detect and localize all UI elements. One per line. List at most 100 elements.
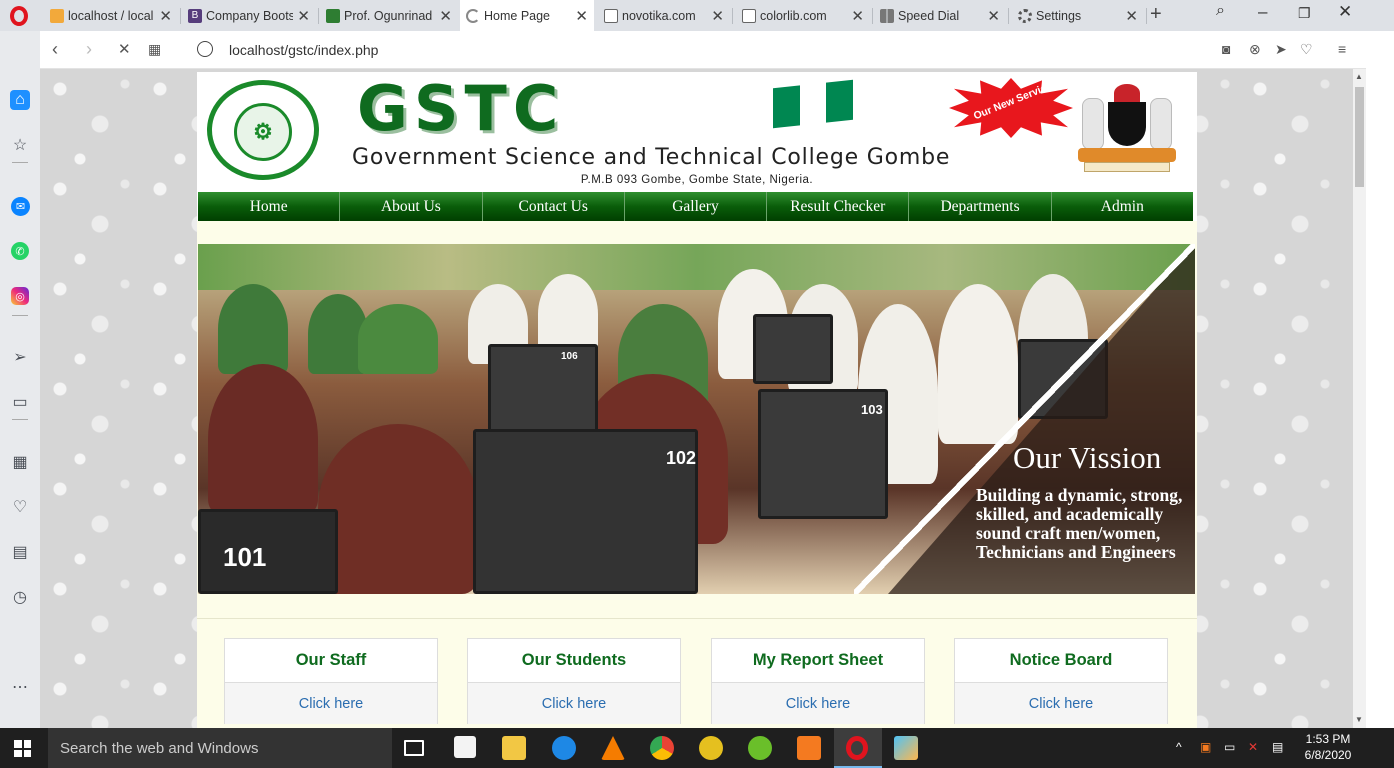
tab-settings[interactable]: Settings ✕: [1012, 0, 1144, 31]
opera-icon[interactable]: [846, 736, 868, 760]
windows-start-icon[interactable]: [14, 740, 31, 757]
forward-icon[interactable]: ›: [86, 39, 92, 60]
promo-badge[interactable]: Our New Services: [949, 78, 1073, 138]
tab-prof[interactable]: Prof. Ogunrinad ✕: [320, 0, 458, 31]
store-icon[interactable]: [454, 736, 476, 758]
wallet-icon[interactable]: ▭: [9, 391, 31, 413]
more-icon[interactable]: ⋯: [9, 676, 31, 698]
file-explorer-icon[interactable]: [502, 736, 526, 760]
instagram-icon[interactable]: ◎: [11, 287, 29, 305]
opera-menu-icon[interactable]: [6, 4, 32, 28]
adblock-icon[interactable]: ⊗: [1249, 41, 1261, 58]
whatsapp-icon[interactable]: ✆: [11, 242, 29, 260]
dreamweaver-icon[interactable]: [748, 736, 772, 760]
scroll-down-icon[interactable]: ▼: [1355, 715, 1363, 724]
card-link[interactable]: Click here: [468, 683, 680, 724]
card-my-report-sheet: My Report Sheet Click here: [711, 638, 925, 724]
nigeria-flag: [773, 79, 854, 129]
coat-of-arms: [1074, 84, 1180, 176]
messenger-icon[interactable]: ✉: [11, 197, 30, 216]
xampp-tray-icon[interactable]: ▣: [1200, 740, 1211, 754]
url-field[interactable]: localhost/gstc/index.php: [229, 42, 378, 58]
close-tab-icon[interactable]: ✕: [711, 7, 724, 25]
nav-about-us[interactable]: About Us: [340, 192, 483, 221]
window-edge: [1366, 31, 1394, 728]
close-tab-icon[interactable]: ✕: [1125, 7, 1138, 25]
show-hidden-icons-icon[interactable]: ^: [1176, 740, 1182, 754]
vlc-icon[interactable]: [601, 736, 625, 760]
card-link[interactable]: Click here: [712, 683, 924, 724]
apps-icon[interactable]: ▦: [9, 451, 31, 473]
computer-monitor: 106: [488, 344, 598, 434]
taskbar-search-box[interactable]: Search the web and Windows: [48, 728, 392, 768]
address-text: P.M.B 093 Gombe, Gombe State, Nigeria.: [580, 174, 814, 186]
send-icon[interactable]: ➤: [1275, 41, 1287, 58]
close-tab-icon[interactable]: ✕: [851, 7, 864, 25]
globe-icon: [197, 41, 213, 57]
taskbar-clock[interactable]: 1:53 PM 6/8/2020: [1296, 731, 1360, 763]
scrollbar-thumb[interactable]: [1355, 87, 1364, 187]
app-icon[interactable]: [699, 736, 723, 760]
back-icon[interactable]: ‹: [52, 39, 58, 60]
home-icon[interactable]: ⌂: [10, 90, 30, 110]
restore-icon[interactable]: ❐: [1298, 5, 1311, 22]
gear-icon: [1018, 8, 1032, 23]
close-tab-icon[interactable]: ✕: [159, 7, 172, 25]
task-view-icon[interactable]: [404, 740, 424, 756]
page-scrollbar[interactable]: ▲ ▼: [1353, 69, 1366, 728]
close-window-icon[interactable]: ✕: [1338, 2, 1352, 22]
network-icon[interactable]: ✕: [1248, 740, 1258, 754]
heart-icon[interactable]: ♡: [1300, 41, 1313, 58]
speed-dial-icon: [880, 8, 894, 23]
battery-icon[interactable]: ▭: [1224, 740, 1235, 754]
card-title: My Report Sheet: [712, 639, 924, 683]
star-icon[interactable]: ☆: [9, 134, 31, 156]
close-tab-icon[interactable]: ✕: [987, 7, 1000, 25]
nav-contact-us[interactable]: Contact Us: [483, 192, 625, 221]
page-icon: [742, 8, 756, 23]
nav-home[interactable]: Home: [198, 192, 341, 221]
bootstrap-icon: B: [188, 8, 202, 23]
edge-icon[interactable]: [552, 736, 576, 760]
history-icon[interactable]: ◷: [9, 586, 31, 608]
close-tab-icon[interactable]: ✕: [575, 7, 588, 25]
scroll-up-icon[interactable]: ▲: [1355, 72, 1363, 81]
tab-home-page[interactable]: Home Page ✕: [460, 0, 594, 31]
close-tab-icon[interactable]: ✕: [439, 7, 452, 25]
tab-colorlib[interactable]: colorlib.com ✕: [736, 0, 870, 31]
college-name: Government Science and Technical College…: [352, 145, 951, 170]
camera-icon[interactable]: ◙: [1222, 41, 1230, 57]
card-title: Notice Board: [955, 639, 1167, 683]
phpmyadmin-icon: [50, 8, 64, 23]
card-our-students: Our Students Click here: [467, 638, 681, 724]
stop-loading-icon[interactable]: ✕: [118, 40, 131, 58]
vision-text: Building a dynamic, strong, skilled, and…: [976, 485, 1183, 562]
site-header: ⚙ GSTC Our New Services Government Scien…: [197, 72, 1197, 192]
nav-gallery[interactable]: Gallery: [625, 192, 768, 221]
xampp-icon[interactable]: [797, 736, 821, 760]
tab-novotika[interactable]: novotika.com ✕: [598, 0, 730, 31]
easy-setup-icon[interactable]: ≡: [1338, 41, 1346, 57]
card-title: Our Students: [468, 639, 680, 683]
close-tab-icon[interactable]: ✕: [297, 7, 310, 25]
news-icon[interactable]: ▤: [9, 541, 31, 563]
notifications-icon[interactable]: ▤: [1272, 740, 1283, 754]
chrome-icon[interactable]: [650, 736, 674, 760]
minimize-icon[interactable]: –: [1258, 2, 1267, 22]
tab-phpmyadmin[interactable]: localhost / local ✕: [44, 0, 178, 31]
card-link[interactable]: Click here: [955, 683, 1167, 724]
nav-departments[interactable]: Departments: [909, 192, 1052, 221]
site-icon: [326, 8, 340, 23]
heart-icon[interactable]: ♡: [9, 496, 31, 518]
card-notice-board: Notice Board Click here: [954, 638, 1168, 724]
nav-admin[interactable]: Admin: [1052, 192, 1193, 221]
tab-speed-dial[interactable]: Speed Dial ✕: [874, 0, 1006, 31]
nav-result-checker[interactable]: Result Checker: [767, 192, 910, 221]
tab-bootstrap[interactable]: B Company Boots ✕: [182, 0, 316, 31]
new-tab-icon[interactable]: +: [1150, 3, 1162, 26]
card-link[interactable]: Click here: [225, 683, 437, 724]
send-icon[interactable]: ➢: [9, 346, 31, 368]
search-tabs-icon[interactable]: ⌕: [1216, 2, 1225, 20]
paint-icon[interactable]: [894, 736, 918, 760]
tabs-grid-icon[interactable]: ▦: [148, 41, 161, 58]
